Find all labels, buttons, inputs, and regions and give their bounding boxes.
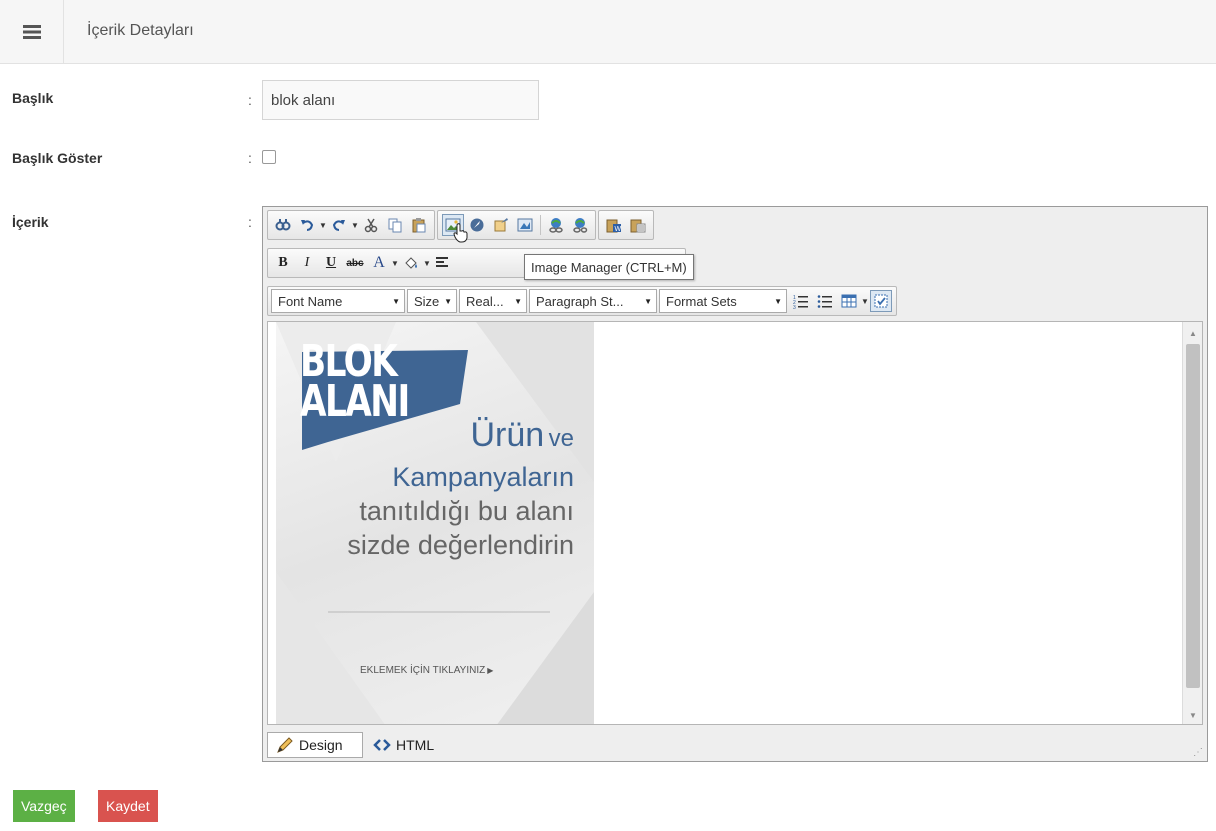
menu-button[interactable] bbox=[0, 0, 64, 64]
save-button[interactable]: Kaydet bbox=[98, 790, 158, 822]
highlight-color-icon[interactable] bbox=[400, 252, 422, 274]
content-label: İçerik bbox=[12, 214, 49, 230]
redo-dropdown-icon[interactable]: ▼ bbox=[351, 214, 359, 236]
copy-icon[interactable] bbox=[384, 214, 406, 236]
font-color-button[interactable]: A bbox=[368, 252, 390, 274]
chevron-down-icon: ▼ bbox=[644, 296, 652, 306]
show-title-label: Başlık Göster bbox=[12, 150, 103, 166]
html-mode-tab[interactable]: HTML bbox=[373, 732, 434, 758]
scrollbar-thumb[interactable] bbox=[1186, 344, 1200, 688]
colon: : bbox=[248, 92, 252, 108]
italic-button[interactable]: I bbox=[296, 252, 318, 274]
cut-icon[interactable] bbox=[360, 214, 382, 236]
paragraph-style-select[interactable]: Paragraph St... ▼ bbox=[529, 289, 657, 313]
banner-word-ve: ve bbox=[548, 425, 574, 452]
table-dropdown-icon[interactable]: ▼ bbox=[861, 290, 869, 312]
underline-button[interactable]: U bbox=[320, 252, 342, 274]
pencil-icon bbox=[277, 737, 293, 753]
colon: : bbox=[248, 214, 252, 230]
chevron-down-icon: ▼ bbox=[444, 296, 452, 306]
separator bbox=[540, 215, 541, 235]
svg-text:3: 3 bbox=[793, 305, 796, 309]
unlink-icon[interactable] bbox=[569, 214, 591, 236]
show-title-checkbox[interactable] bbox=[262, 150, 276, 164]
format-sets-value: Format Sets bbox=[666, 293, 737, 309]
design-mode-label: Design bbox=[299, 737, 343, 753]
font-name-value: Font Name bbox=[278, 293, 343, 309]
ordered-list-icon[interactable]: 123 bbox=[790, 290, 812, 312]
undo-dropdown-icon[interactable]: ▼ bbox=[319, 214, 327, 236]
paragraph-style-value: Paragraph St... bbox=[536, 293, 624, 309]
paste-from-word-icon[interactable]: W bbox=[603, 214, 625, 236]
banner-logo-line-2: ALANI bbox=[300, 376, 410, 427]
html-mode-label: HTML bbox=[396, 737, 435, 753]
scroll-down-arrow-icon[interactable]: ▼ bbox=[1183, 706, 1202, 724]
svg-text:W: W bbox=[615, 226, 622, 233]
chevron-down-icon: ▼ bbox=[392, 296, 400, 306]
code-icon bbox=[373, 739, 391, 751]
banner-heading: Ürün ve bbox=[470, 416, 574, 455]
colon: : bbox=[248, 150, 252, 166]
scroll-up-arrow-icon[interactable]: ▲ bbox=[1183, 324, 1202, 342]
chevron-down-icon: ▼ bbox=[514, 296, 522, 306]
page-title: İçerik Detayları bbox=[87, 22, 194, 39]
font-color-dropdown-icon[interactable]: ▼ bbox=[391, 252, 399, 274]
table-icon[interactable] bbox=[838, 290, 860, 312]
banner-line-sizde: sizde değerlendirin bbox=[347, 530, 574, 560]
document-manager-icon[interactable] bbox=[490, 214, 512, 236]
play-arrow-icon: ▶ bbox=[487, 666, 494, 675]
flash-manager-icon[interactable] bbox=[514, 214, 536, 236]
hamburger-menu-icon bbox=[22, 25, 41, 39]
font-size-value: Size bbox=[414, 293, 440, 309]
toggle-borders-icon[interactable] bbox=[870, 290, 892, 312]
banner-line-kampanya: Kampanyaların bbox=[392, 462, 574, 492]
undo-icon[interactable] bbox=[296, 214, 318, 236]
top-bar: İçerik Detayları bbox=[0, 0, 1216, 64]
redo-icon[interactable] bbox=[328, 214, 350, 236]
design-mode-tab[interactable]: Design bbox=[267, 732, 363, 758]
unordered-list-icon[interactable] bbox=[814, 290, 836, 312]
media-icon[interactable] bbox=[466, 214, 488, 236]
real-font-size-select[interactable]: Real... ▼ bbox=[459, 289, 527, 313]
real-font-size-value: Real... bbox=[466, 293, 504, 309]
toolbar-group-edit: ▼ ▼ bbox=[267, 210, 435, 240]
editor-content-area[interactable]: BLOK ALANI Ürün ve Kampanyaların tanıtıl… bbox=[267, 321, 1203, 725]
toolbar-row-1: ▼ ▼ W bbox=[267, 210, 656, 243]
banner-cta-text: EKLEMEK İÇİN TIKLAYINIZ bbox=[360, 665, 486, 676]
resize-grip-icon[interactable]: ⋰ bbox=[1193, 747, 1203, 758]
toolbar-group-paste: W bbox=[598, 210, 654, 240]
bold-button[interactable]: B bbox=[272, 252, 294, 274]
paste-icon[interactable] bbox=[408, 214, 430, 236]
align-left-icon[interactable] bbox=[432, 252, 454, 274]
editor-vertical-scrollbar[interactable]: ▲ ▼ bbox=[1182, 322, 1202, 724]
editor-mode-bar: Design HTML ⋰ bbox=[263, 727, 1207, 761]
format-sets-select[interactable]: Format Sets ▼ bbox=[659, 289, 787, 313]
banner-line-tanitildi: tanıtıldığı bu alanı bbox=[359, 496, 574, 526]
hyperlink-icon[interactable] bbox=[545, 214, 567, 236]
paste-plain-text-icon[interactable] bbox=[627, 214, 649, 236]
font-size-select[interactable]: Size ▼ bbox=[407, 289, 457, 313]
title-label: Başlık bbox=[12, 90, 54, 106]
toolbar-group-dropdowns: Font Name ▼ Size ▼ Real... ▼ Paragraph St..… bbox=[267, 286, 897, 316]
rich-text-editor: ▼ ▼ W B I U abc A ▼ ▼ Font Name ▼ Size ▼… bbox=[262, 206, 1208, 762]
image-manager-tooltip: Image Manager (CTRL+M) bbox=[524, 254, 694, 280]
find-icon[interactable] bbox=[272, 214, 294, 236]
toolbar-group-insert bbox=[437, 210, 596, 243]
highlight-dropdown-icon[interactable]: ▼ bbox=[423, 252, 431, 274]
toolbar-row-3: Font Name ▼ Size ▼ Real... ▼ Paragraph St..… bbox=[267, 286, 899, 316]
image-manager-icon[interactable] bbox=[442, 214, 468, 243]
font-name-select[interactable]: Font Name ▼ bbox=[271, 289, 405, 313]
chevron-down-icon: ▼ bbox=[774, 296, 782, 306]
strikethrough-button[interactable]: abc bbox=[344, 252, 366, 274]
blok-alani-banner[interactable]: BLOK ALANI Ürün ve Kampanyaların tanıtıl… bbox=[276, 322, 594, 724]
title-input[interactable] bbox=[262, 80, 539, 120]
cancel-button[interactable]: Vazgeç bbox=[13, 790, 75, 822]
banner-cta[interactable]: EKLEMEK İÇİN TIKLAYINIZ ▶ bbox=[360, 665, 493, 676]
banner-word-urun: Ürün bbox=[470, 416, 545, 454]
